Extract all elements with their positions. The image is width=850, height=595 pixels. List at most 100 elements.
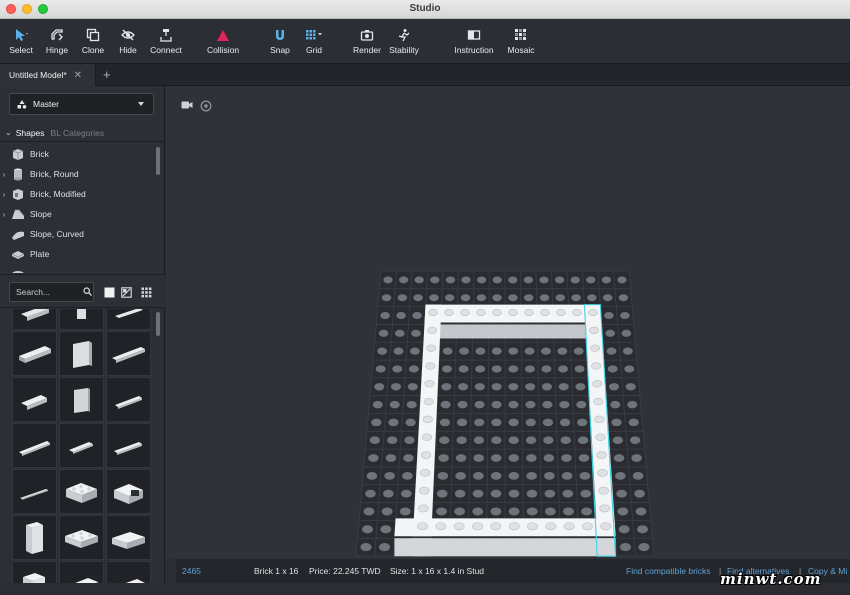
single-view-icon[interactable] [104,287,115,298]
category-label: Slope, Curved [30,229,84,239]
brick-bottom-1x16-side[interactable] [394,538,616,557]
brick-top-1x16-side[interactable] [424,324,602,339]
master-palette-dropdown[interactable]: Master [9,93,154,115]
part-tile[interactable] [12,331,57,376]
baseplate-stud [618,294,629,302]
baseplate-stud [436,489,448,498]
baseplate-stud [542,418,554,427]
tab-bl-categories[interactable]: BL Categories [51,128,105,138]
connect-tool-button[interactable]: Connect [147,19,185,63]
baseplate-stud [491,400,502,409]
baseplate-stud [544,471,555,480]
grid-tool-button[interactable]: Grid [302,19,326,63]
color-filter-icon[interactable] [121,287,132,298]
hinge-tool-button[interactable]: Hinge [42,19,72,63]
expand-chevron-icon[interactable]: › [0,190,8,199]
slope-icon [12,209,25,219]
part-tile[interactable] [12,515,57,560]
category-list: Brick › Brick, Round › Brick, Modified ›… [0,143,165,273]
part-tile[interactable] [59,309,104,330]
search-icon[interactable] [83,287,92,296]
build-viewport[interactable] [166,86,850,559]
category-item[interactable]: Plate [0,244,160,264]
baseplate-scene[interactable] [166,86,850,559]
baseplate-stud [558,365,568,373]
brick-stud [425,362,436,370]
part-tile[interactable] [106,515,151,560]
part-tile[interactable] [59,515,104,560]
baseplate-stud [574,365,585,373]
part-tile[interactable] [106,377,151,422]
baseplate-stud [629,436,641,445]
part-tile[interactable] [12,469,57,514]
render-tool-button[interactable]: Render [352,19,382,63]
stability-tool-button[interactable]: Stability [386,19,422,63]
baseplate-stud [455,471,466,480]
baseplate-stud [475,365,486,373]
baseplate-stud [438,454,449,462]
category-item[interactable] [0,264,160,273]
part-tile[interactable] [12,309,57,330]
part-tile[interactable] [59,377,104,422]
part-tile[interactable] [59,469,104,514]
snap-tool-label: Snap [270,45,290,55]
brick-stud [508,522,520,531]
baseplate-stud [473,471,484,480]
baseplate-stud [554,276,565,284]
brick-stud [490,522,502,531]
part-tile[interactable] [12,423,57,468]
tab-shapes[interactable]: Shapes [16,128,45,138]
clone-tool-button[interactable]: Clone [79,19,107,63]
instruction-tool-button[interactable]: Instruction [452,19,496,63]
baseplate-stud [441,383,452,391]
baseplate-stud [379,543,391,552]
baseplate-stud [366,471,378,480]
baseplate-stud [437,471,449,480]
part-tile[interactable] [106,469,151,514]
snap-tool-button[interactable]: Snap [268,19,292,63]
baseplate-stud [490,489,502,498]
plate-1x4-icon [69,442,93,454]
brick-1x8-icon [112,347,145,363]
category-item[interactable]: › Slope [0,204,160,224]
part-tile[interactable] [12,377,57,422]
baseplate-stud [382,489,394,498]
expand-chevron-icon[interactable]: › [0,210,8,219]
baseplate-stud [617,276,627,284]
category-item[interactable]: › Brick, Modified [0,184,160,204]
tab-untitled-model[interactable]: Untitled Model* ✕ [0,64,96,86]
part-tile[interactable] [59,423,104,468]
collapse-chevron-icon[interactable]: ⌄ [5,128,12,137]
hide-tool-button[interactable]: Hide [116,19,140,63]
category-scrollbar[interactable] [156,147,160,175]
baseplate-stud [508,489,520,498]
baseplate-stud [458,365,469,373]
baseplate-stud [508,471,520,480]
category-item[interactable]: › Brick, Round [0,164,160,184]
select-tool-button[interactable]: Select [4,19,38,63]
part-tile[interactable] [59,331,104,376]
part-tile[interactable] [106,331,151,376]
mosaic-tool-button[interactable]: Mosaic [504,19,538,63]
baseplate-stud [383,276,393,284]
baseplate-stud [368,454,379,462]
part-search-input[interactable]: Search... [9,282,94,302]
part-tile[interactable] [106,309,151,330]
baseplate-stud [491,365,502,373]
part-tile[interactable] [106,423,151,468]
tab-close-icon[interactable]: ✕ [74,70,82,81]
baseplate-stud [442,347,453,355]
grid-view-icon[interactable] [141,287,152,298]
category-item[interactable]: Slope, Curved [0,224,160,244]
expand-chevron-icon[interactable]: › [0,170,8,179]
add-tab-button[interactable]: + [103,67,111,82]
find-compatible-link[interactable]: Find compatible bricks [626,566,711,576]
parts-scrollbar[interactable] [156,312,160,336]
category-item[interactable]: Brick [0,144,160,164]
baseplate-stud [381,294,392,302]
clone-icon [86,27,100,43]
baseplate-stud [475,347,486,355]
brick-stud [589,326,599,334]
collision-tool-button[interactable]: Collision [204,19,242,63]
baseplate-stud [410,347,420,355]
